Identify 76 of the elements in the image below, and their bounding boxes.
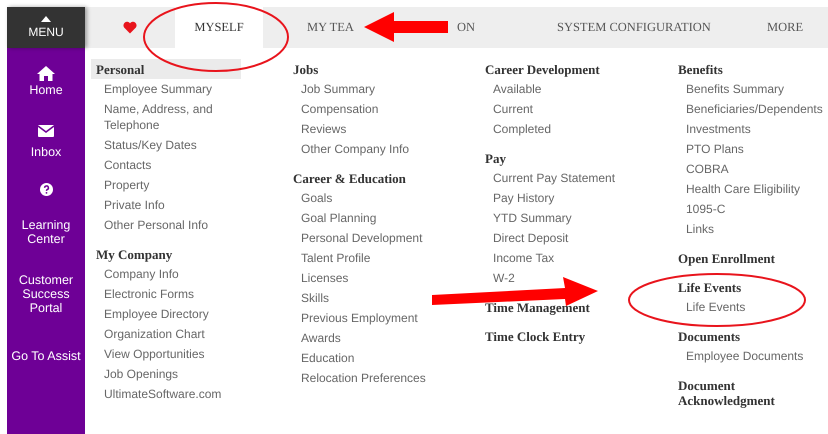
menu-link[interactable]: Talent Profile xyxy=(288,248,370,268)
menu-link[interactable]: Available xyxy=(480,79,542,99)
section-heading: Jobs xyxy=(292,61,320,79)
section-heading: My Company xyxy=(95,246,174,264)
menu-link[interactable]: Skills xyxy=(288,288,330,308)
sidebar-item[interactable]: Inbox xyxy=(13,125,79,159)
section-heading: Document Acknowledgment xyxy=(677,377,776,410)
nav-tab[interactable]: MY TEA xyxy=(263,7,413,48)
menu-link[interactable]: Private Info xyxy=(91,195,165,215)
section-heading: Open Enrollment xyxy=(677,250,776,268)
menu-link[interactable]: Employee Summary xyxy=(91,79,212,99)
menu-link[interactable]: Other Company Info xyxy=(288,139,410,159)
menu-link[interactable]: Direct Deposit xyxy=(480,228,568,248)
menu-link[interactable]: Employee Documents xyxy=(673,346,804,366)
menu-link[interactable]: Job Openings xyxy=(91,364,178,384)
menu-link[interactable]: Job Summary xyxy=(288,79,376,99)
menu-link[interactable]: Awards xyxy=(288,328,341,348)
menu-link[interactable]: Completed xyxy=(480,119,552,139)
menu-link[interactable]: Reviews xyxy=(288,119,346,139)
section-heading: Time Management xyxy=(484,299,591,317)
envelope-icon xyxy=(38,125,54,137)
menu-link[interactable]: Licenses xyxy=(288,268,348,288)
menu-link[interactable]: Previous Employment xyxy=(288,308,418,328)
menu-link[interactable]: Education xyxy=(288,348,354,368)
menu-link[interactable]: Status/Key Dates xyxy=(91,135,197,155)
menu-link[interactable]: Organization Chart xyxy=(91,324,205,344)
menu-link[interactable]: PTO Plans xyxy=(673,139,744,159)
nav-tab[interactable]: ON xyxy=(413,7,513,48)
sidebar-item[interactable]: Learning Center xyxy=(13,183,79,246)
menu-link[interactable]: Beneficiaries/Dependents xyxy=(673,99,823,119)
menu-link[interactable]: Goals xyxy=(288,188,332,208)
menu-link[interactable]: UltimateSoftware.com xyxy=(91,384,222,404)
sidebar-item[interactable]: Go To Assist xyxy=(7,349,85,363)
menu-link[interactable]: View Opportunities xyxy=(91,344,204,364)
nav-tab[interactable]: SYSTEM CONFIGURATION xyxy=(513,7,723,48)
section-heading: Documents xyxy=(677,328,742,346)
menu-link[interactable]: 1095-C xyxy=(673,199,726,219)
menu-link[interactable]: Company Info xyxy=(91,264,179,284)
section-heading: Benefits xyxy=(677,61,724,79)
section-heading: Career & Education xyxy=(292,170,407,188)
nav-tab[interactable]: MORE xyxy=(723,7,828,48)
menu-link[interactable]: Health Care Eligibility xyxy=(673,179,800,199)
menu-link[interactable]: COBRA xyxy=(673,159,729,179)
menu-link[interactable]: Personal Development xyxy=(288,228,422,248)
nav-tab[interactable]: MYSELF xyxy=(175,7,263,48)
menu-button[interactable]: MENU xyxy=(7,7,85,48)
sidebar-item[interactable]: Customer Success Portal xyxy=(13,273,79,315)
menu-link[interactable]: Property xyxy=(91,175,150,195)
menu-link[interactable]: Income Tax xyxy=(480,248,554,268)
menu-link[interactable]: Current xyxy=(480,99,534,119)
menu-link[interactable]: Current Pay Statement xyxy=(480,168,616,188)
home-icon xyxy=(37,66,55,81)
menu-link[interactable]: Links xyxy=(673,219,714,239)
menu-link[interactable]: Electronic Forms xyxy=(91,284,194,304)
menu-link[interactable]: Goal Planning xyxy=(288,208,376,228)
menu-link[interactable]: YTD Summary xyxy=(480,208,572,228)
section-heading: Life Events xyxy=(677,279,742,297)
help-icon xyxy=(40,183,52,196)
caret-up-icon xyxy=(41,16,51,22)
section-heading: Time Clock Entry xyxy=(484,328,586,346)
menu-link[interactable]: Investments xyxy=(673,119,751,139)
menu-link[interactable]: Life Events xyxy=(673,297,746,317)
menu-link[interactable]: Compensation xyxy=(288,99,378,119)
menu-link[interactable]: Other Personal Info xyxy=(91,215,208,235)
menu-link[interactable]: Benefits Summary xyxy=(673,79,784,99)
section-heading: Personal xyxy=(91,59,241,79)
menu-link[interactable]: Contacts xyxy=(91,155,152,175)
menu-link[interactable]: Employee Directory xyxy=(91,304,209,324)
menu-link[interactable]: Pay History xyxy=(480,188,554,208)
sidebar-item[interactable]: Home xyxy=(13,66,79,97)
menu-link[interactable]: W-2 xyxy=(480,268,515,288)
section-heading: Career Development xyxy=(484,61,601,79)
menu-link[interactable]: Relocation Preferences xyxy=(288,368,426,388)
heart-icon xyxy=(123,21,137,34)
section-heading: Pay xyxy=(484,150,507,168)
menu-link[interactable]: Name, Address, and Telephone xyxy=(91,99,254,135)
